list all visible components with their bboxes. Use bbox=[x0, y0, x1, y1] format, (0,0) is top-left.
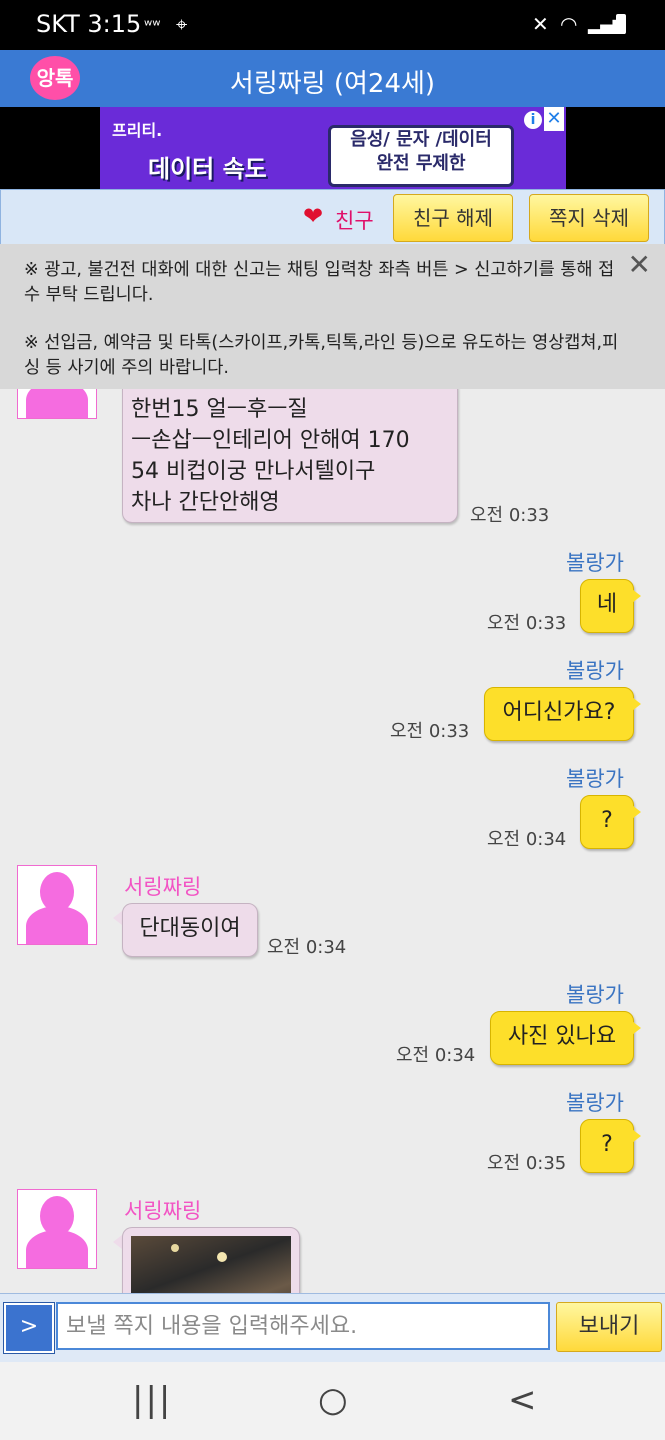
message-time: 오전 0:34 bbox=[487, 829, 567, 850]
sender-name-me: 볼랑가 bbox=[566, 983, 624, 1007]
notice-line-report: ※ 광고, 불건전 대화에 대한 신고는 채팅 입력창 좌측 버튼 > 신고하기… bbox=[24, 260, 615, 305]
ad-banner[interactable]: 프리티. 데이터 속도 음성/ 문자 /데이터 완전 무제한 i ✕ bbox=[100, 107, 566, 189]
sender-name-me: 볼랑가 bbox=[566, 1091, 624, 1115]
message-time: 오전 0:34 bbox=[396, 1045, 476, 1066]
ad-left-text: 데이터 속도 bbox=[148, 155, 267, 183]
page-title: 서링짜링 (여24세) bbox=[229, 69, 436, 99]
avatar[interactable] bbox=[17, 1189, 97, 1269]
system-nav-bar: ||| ○ < bbox=[0, 1362, 665, 1440]
sender-name-me: 볼랑가 bbox=[566, 767, 624, 791]
friend-bar: ❤ 친구 친구 해제 쪽지 삭제 bbox=[0, 189, 665, 245]
message-bubble-out[interactable]: 어디신가요? bbox=[484, 687, 634, 741]
message-line: 차나 간단안해영 bbox=[131, 490, 280, 515]
bubble-tail bbox=[113, 911, 122, 925]
message-bubble-in[interactable]: 한번15 얼ㅡ후ㅡ질 ㅡ손삽ㅡ인테리어 안해여 170 54 비컵이궁 만나서텔… bbox=[122, 389, 458, 523]
ad-box: 음성/ 문자 /데이터 완전 무제한 bbox=[328, 125, 514, 187]
avatar[interactable] bbox=[17, 389, 97, 419]
ad-info-icon[interactable]: i bbox=[524, 111, 542, 129]
message-line: 한번15 얼ㅡ후ㅡ질 bbox=[131, 397, 308, 422]
notice-panel: ※ 광고, 불건전 대화에 대한 신고는 채팅 입력창 좌측 버튼 > 신고하기… bbox=[0, 244, 665, 389]
bubble-tail bbox=[632, 1021, 641, 1035]
message-time: 오전 0:34 bbox=[267, 937, 347, 958]
mute-icon: ✕ bbox=[532, 12, 549, 36]
message-bubble-out[interactable]: ? bbox=[580, 795, 634, 849]
sender-name-other: 서링짜링 bbox=[124, 875, 202, 899]
carrier-time: SKT 3:15 bbox=[36, 10, 142, 38]
status-bar: SKT 3:15 ʷʷ ⌖ ✕ ◠ ▂▄▆ bbox=[0, 0, 665, 50]
unfriend-button[interactable]: 친구 해제 bbox=[393, 194, 513, 242]
signal-icon: ʷʷ bbox=[144, 16, 161, 35]
message-bubble-in[interactable]: 단대동이여 bbox=[122, 903, 258, 957]
wifi-icon: ◠ bbox=[560, 12, 578, 36]
avatar[interactable] bbox=[17, 865, 97, 945]
ad-box-line1: 음성/ 문자 /데이터 bbox=[350, 129, 492, 150]
sender-name-me: 볼랑가 bbox=[566, 551, 624, 575]
message-bubble-in[interactable] bbox=[122, 1227, 300, 1293]
heart-icon: ❤ bbox=[303, 202, 324, 230]
menu-button[interactable]: > bbox=[3, 1302, 55, 1354]
sender-name-me: 볼랑가 bbox=[566, 659, 624, 683]
chat-area[interactable]: 한번15 얼ㅡ후ㅡ질 ㅡ손삽ㅡ인테리어 안해여 170 54 비컵이궁 만나서텔… bbox=[0, 389, 665, 1293]
home-icon[interactable]: ○ bbox=[318, 1380, 348, 1420]
message-time: 오전 0:33 bbox=[390, 721, 470, 742]
bubble-tail bbox=[632, 589, 641, 603]
battery-icon bbox=[616, 14, 626, 34]
notice-line-fraud: ※ 선입금, 예약금 및 타톡(스카이프,카톡,틱톡,라인 등)으로 유도하는 … bbox=[24, 333, 619, 378]
message-input[interactable] bbox=[56, 1302, 550, 1350]
bubble-tail bbox=[632, 697, 641, 711]
ad-close-icon[interactable]: ✕ bbox=[544, 107, 564, 131]
back-icon[interactable]: < bbox=[508, 1380, 537, 1420]
message-line: 54 비컵이궁 만나서텔이구 bbox=[131, 459, 376, 484]
input-bar: > 보내기 bbox=[0, 1293, 665, 1362]
recent-apps-icon[interactable]: ||| bbox=[132, 1380, 172, 1420]
message-bubble-out[interactable]: 사진 있나요 bbox=[490, 1011, 634, 1065]
close-icon[interactable]: ✕ bbox=[628, 251, 651, 279]
sender-name-other: 서링짜링 bbox=[124, 1199, 202, 1223]
message-line: ㅡ손삽ㅡ인테리어 안해여 170 bbox=[131, 428, 410, 453]
ad-brand: 프리티. bbox=[112, 121, 163, 140]
message-time: 오전 0:35 bbox=[487, 1153, 567, 1174]
message-time: 오전 0:33 bbox=[487, 613, 567, 634]
delete-message-button[interactable]: 쪽지 삭제 bbox=[529, 194, 649, 242]
bubble-tail bbox=[632, 805, 641, 819]
message-time: 오전 0:33 bbox=[470, 505, 550, 526]
location-icon: ⌖ bbox=[176, 12, 188, 36]
bubble-tail bbox=[113, 1235, 122, 1249]
send-button[interactable]: 보내기 bbox=[556, 1302, 662, 1352]
photo-thumbnail[interactable] bbox=[131, 1236, 291, 1293]
message-bubble-out[interactable]: ? bbox=[580, 1119, 634, 1173]
bubble-tail bbox=[632, 1129, 641, 1143]
friend-label: 친구 bbox=[335, 209, 374, 233]
message-bubble-out[interactable]: 네 bbox=[580, 579, 634, 633]
ad-box-line2: 완전 무제한 bbox=[376, 153, 466, 174]
app-header: 앙톡 서링짜링 (여24세) bbox=[0, 50, 665, 107]
ad-strip: 프리티. 데이터 속도 음성/ 문자 /데이터 완전 무제한 i ✕ bbox=[0, 107, 665, 189]
